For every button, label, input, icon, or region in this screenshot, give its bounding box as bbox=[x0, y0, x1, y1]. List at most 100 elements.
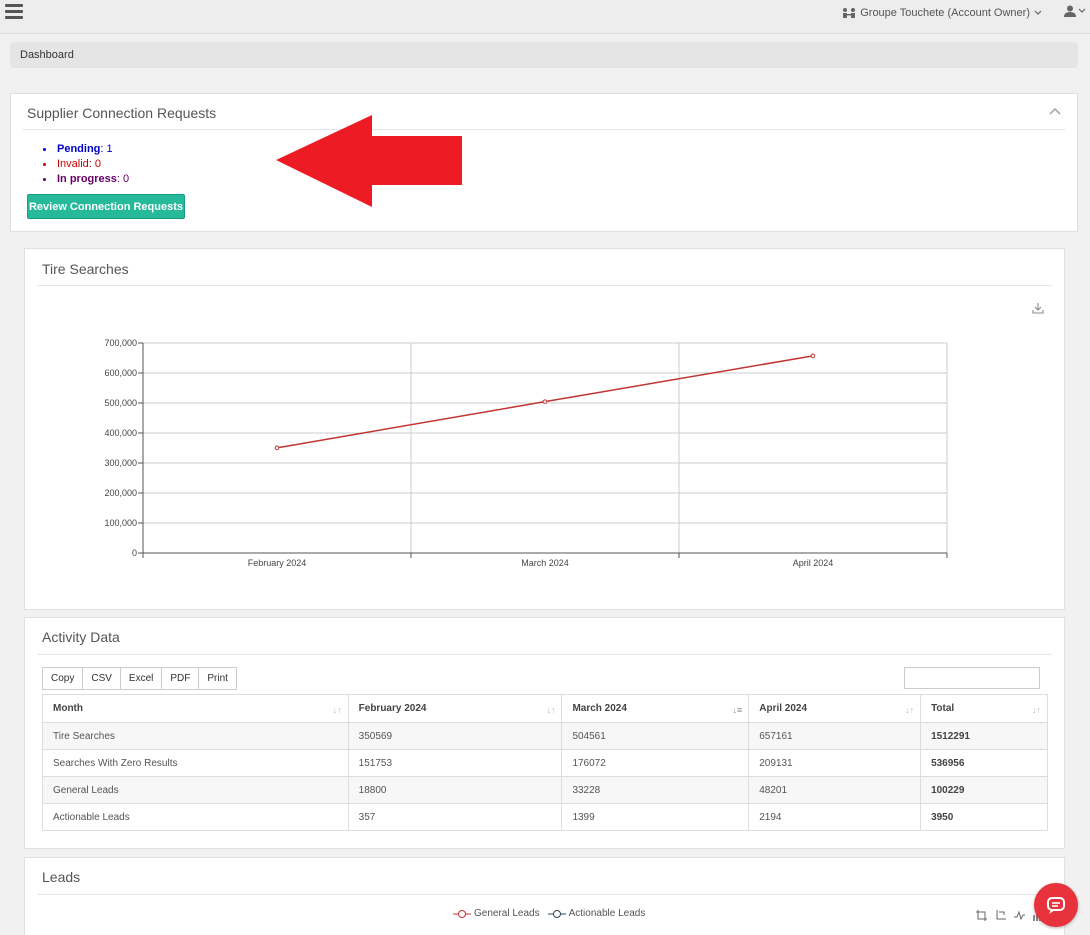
data-point bbox=[810, 353, 816, 359]
tire-searches-panel: Tire Searches 0 100,000 200,000 300,000 400,… bbox=[24, 248, 1065, 610]
legend-marker-icon bbox=[547, 909, 566, 918]
user-icon bbox=[1064, 5, 1076, 17]
activity-table: Month ↓↑ February 2024 ↓↑ March 2024 ↓≡ Apr… bbox=[42, 694, 1048, 831]
table-cell: 357 bbox=[347, 803, 563, 831]
table-cell: 48201 bbox=[748, 776, 922, 804]
pdf-button[interactable]: PDF bbox=[161, 667, 200, 690]
total-cell: 536956 bbox=[920, 749, 1048, 777]
export-button-group: Copy CSV Excel PDF Print bbox=[42, 667, 237, 690]
legend-item-general-leads[interactable]: General Leads bbox=[453, 908, 540, 919]
group-icon bbox=[843, 8, 856, 18]
sort-icon: ↓↑ bbox=[546, 705, 556, 715]
row-label: Searches With Zero Results bbox=[42, 749, 349, 777]
arrow-left-annotation bbox=[276, 115, 462, 207]
table-cell: 1399 bbox=[561, 803, 750, 831]
status-in-progress: In progress: 0 bbox=[43, 172, 129, 187]
table-cell: 33228 bbox=[561, 776, 750, 804]
table-cell: 657161 bbox=[748, 722, 922, 750]
x-tick-label: March 2024 bbox=[521, 558, 569, 568]
total-cell: 100229 bbox=[920, 776, 1048, 804]
total-cell: 3950 bbox=[920, 803, 1048, 831]
divider bbox=[37, 894, 1052, 895]
status-label: In progress bbox=[57, 173, 117, 185]
status-pending: Pending: 1 bbox=[43, 142, 129, 157]
panel-title: Leads bbox=[42, 869, 81, 885]
user-menu[interactable] bbox=[1064, 5, 1086, 17]
status-value: : 1 bbox=[100, 143, 113, 155]
divider bbox=[23, 129, 1065, 130]
review-connection-requests-button[interactable]: Review Connection Requests bbox=[27, 194, 185, 219]
leads-panel: Leads General Leads Actionable Leads bbox=[24, 857, 1065, 935]
table-row: General Leads 18800 33228 48201 100229 bbox=[42, 776, 1048, 804]
table-cell: 151753 bbox=[347, 749, 563, 777]
data-point bbox=[274, 445, 280, 451]
total-cell: 1512291 bbox=[920, 722, 1048, 750]
status-value: : 0 bbox=[88, 158, 102, 170]
legend-item-actionable-leads[interactable]: Actionable Leads bbox=[547, 908, 646, 919]
zoom-reset-icon[interactable] bbox=[995, 910, 1006, 921]
status-invalid: Invalid: 0 bbox=[43, 157, 129, 172]
table-cell: 504561 bbox=[561, 722, 750, 750]
panel-title: Supplier Connection Requests bbox=[27, 105, 217, 121]
legend-label: General Leads bbox=[474, 908, 540, 919]
y-tick-label: 300,000 bbox=[104, 458, 137, 468]
legend-label: Actionable Leads bbox=[568, 908, 646, 919]
status-label: Invalid bbox=[57, 158, 89, 170]
chart-legend: General Leads Actionable Leads bbox=[453, 908, 645, 919]
line-chart-icon[interactable] bbox=[1014, 910, 1025, 921]
sort-icon: ↓↑ bbox=[1032, 705, 1041, 715]
csv-button[interactable]: CSV bbox=[82, 667, 121, 690]
account-label: Groupe Touchete (Account Owner) bbox=[860, 7, 1030, 19]
copy-button[interactable]: Copy bbox=[42, 667, 84, 690]
sort-icon: ↓↑ bbox=[905, 705, 915, 715]
chevron-down-icon bbox=[1034, 10, 1042, 15]
table-cell: 2194 bbox=[748, 803, 922, 831]
table-row: Searches With Zero Results 151753 176072… bbox=[42, 749, 1048, 777]
table-header-row: Month ↓↑ February 2024 ↓↑ March 2024 ↓≡ Apr… bbox=[42, 694, 1048, 723]
panel-title: Activity Data bbox=[42, 629, 120, 645]
chat-icon bbox=[1047, 897, 1065, 914]
column-header-mar[interactable]: March 2024 ↓≡ bbox=[561, 694, 750, 723]
y-tick-label: 500,000 bbox=[104, 398, 137, 408]
table-row: Actionable Leads 357 1399 2194 3950 bbox=[42, 803, 1048, 831]
column-header-total[interactable]: Total ↓↑ bbox=[920, 694, 1048, 723]
column-header-apr[interactable]: April 2024 ↓↑ bbox=[748, 694, 922, 723]
table-cell: 350569 bbox=[347, 722, 563, 750]
table-cell: 209131 bbox=[748, 749, 922, 777]
breadcrumb: Dashboard bbox=[10, 42, 1078, 68]
status-label: Pending bbox=[57, 143, 101, 155]
account-switcher[interactable]: Groupe Touchete (Account Owner) bbox=[842, 7, 1042, 19]
column-header-month[interactable]: Month ↓↑ bbox=[42, 694, 349, 723]
column-header-feb[interactable]: February 2024 ↓↑ bbox=[347, 694, 563, 723]
status-list: Pending: 1 Invalid: 0 In progress: 0 bbox=[43, 142, 129, 187]
sort-desc-icon: ↓≡ bbox=[732, 705, 743, 715]
status-value: : 0 bbox=[116, 173, 130, 185]
table-row: Tire Searches 350569 504561 657161 15122… bbox=[42, 722, 1048, 750]
chat-widget-button[interactable] bbox=[1034, 883, 1078, 927]
legend-marker-icon bbox=[453, 909, 471, 918]
zoom-icon[interactable] bbox=[976, 910, 987, 921]
row-label: Tire Searches bbox=[42, 722, 349, 750]
breadcrumb-current[interactable]: Dashboard bbox=[20, 49, 74, 61]
y-tick-label: 600,000 bbox=[104, 368, 137, 378]
x-tick-label: April 2024 bbox=[793, 558, 834, 568]
y-tick-label: 100,000 bbox=[104, 518, 137, 528]
sort-icon: ↓↑ bbox=[332, 705, 342, 715]
tire-searches-chart: 0 100,000 200,000 300,000 400,000 500,000 600,… bbox=[104, 338, 948, 568]
supplier-connection-panel: Supplier Connection Requests Pending: 1 … bbox=[10, 93, 1078, 232]
chevron-up-icon[interactable] bbox=[1049, 107, 1061, 115]
menu-toggle-icon[interactable] bbox=[5, 4, 23, 19]
print-button[interactable]: Print bbox=[198, 667, 237, 690]
data-point bbox=[542, 399, 548, 404]
x-tick-label: February 2024 bbox=[248, 558, 307, 568]
excel-button[interactable]: Excel bbox=[119, 667, 163, 690]
y-tick-label: 700,000 bbox=[104, 338, 137, 348]
y-tick-label: 400,000 bbox=[104, 428, 137, 438]
activity-data-panel: Activity Data Copy CSV Excel PDF Print M… bbox=[24, 617, 1065, 849]
y-tick-label: 0 bbox=[132, 548, 137, 558]
table-search-input[interactable] bbox=[904, 667, 1040, 689]
table-cell: 176072 bbox=[561, 749, 750, 777]
y-tick-label: 200,000 bbox=[104, 488, 137, 498]
chevron-down-icon bbox=[1078, 8, 1086, 13]
row-label: Actionable Leads bbox=[42, 803, 349, 831]
